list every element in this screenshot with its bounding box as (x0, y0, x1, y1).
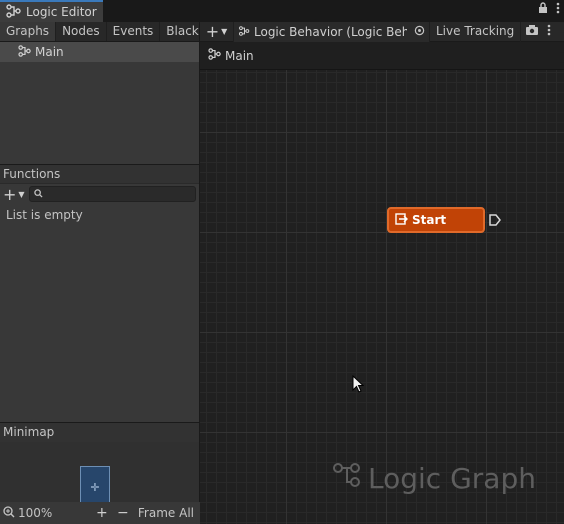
left-panel: Graphs Nodes Events Blackb Main Function… (0, 22, 200, 524)
asset-object-field[interactable]: Logic Behavior (Logic Behav (234, 21, 430, 42)
camera-icon[interactable] (521, 24, 543, 39)
window-title: Logic Editor (26, 5, 97, 19)
tab-blackboard[interactable]: Blackb (160, 22, 199, 41)
chevron-down-icon: ▼ (221, 27, 228, 36)
window-tab[interactable]: Logic Editor (0, 0, 103, 22)
kebab-menu-icon[interactable] (543, 24, 555, 39)
search-icon (33, 187, 43, 201)
live-tracking-button[interactable]: Live Tracking (430, 21, 522, 42)
plus-icon: + (205, 22, 220, 41)
graph-list: Main (0, 42, 199, 164)
frame-all-button[interactable]: Frame All (135, 506, 197, 520)
window-titlebar: Logic Editor (0, 0, 564, 22)
kebab-menu-icon[interactable] (556, 2, 560, 17)
graph-watermark: Logic Graph (332, 462, 536, 495)
graph-icon (208, 48, 222, 63)
add-function-button[interactable]: + ▼ (3, 185, 25, 204)
mouse-cursor-icon (352, 374, 365, 396)
minimap-header: Minimap (0, 422, 199, 442)
tab-events[interactable]: Events (107, 22, 161, 41)
graph-icon (18, 44, 32, 60)
zoom-in-button[interactable]: + (93, 505, 111, 521)
enter-icon (395, 212, 408, 228)
breadcrumb-item-main[interactable]: Main (225, 49, 254, 63)
output-port-icon[interactable] (488, 213, 502, 230)
zoom-icon (3, 505, 15, 521)
tab-nodes[interactable]: Nodes (56, 22, 107, 41)
functions-empty-text: List is empty (6, 208, 83, 222)
functions-panel: + ▼ List is empty (0, 184, 199, 422)
object-picker-icon[interactable] (410, 25, 429, 39)
graph-canvas[interactable]: Start Logic Graph (200, 70, 564, 524)
functions-header: Functions (0, 164, 199, 184)
node-title: Start (412, 213, 447, 227)
crosshair-icon: ✛ (90, 480, 100, 494)
plus-icon: + (3, 184, 17, 204)
asset-field-label: Logic Behavior (Logic Behav (254, 24, 407, 39)
graph-icon (6, 3, 22, 21)
start-node[interactable]: Start (387, 207, 485, 233)
watermark-label: Logic Graph (368, 462, 536, 495)
chevron-down-icon: ▼ (18, 189, 25, 199)
graph-icon (238, 25, 251, 39)
graph-item-main[interactable]: Main (0, 42, 199, 62)
zoom-out-button[interactable]: − (114, 505, 132, 521)
left-tabs: Graphs Nodes Events Blackb (0, 22, 199, 42)
lock-icon[interactable] (538, 2, 548, 17)
tab-graphs[interactable]: Graphs (0, 22, 57, 41)
graph-item-label: Main (35, 45, 64, 59)
add-node-button[interactable]: + ▼ (200, 21, 234, 42)
minimap-toolbar: 100% + − Frame All (0, 502, 200, 524)
zoom-level: 100% (18, 506, 53, 520)
graph-toolbar: + ▼ Logic Behavior (Logic Behav Live Tra… (200, 21, 564, 42)
functions-toolbar: + ▼ (0, 184, 199, 204)
graph-icon (332, 462, 362, 495)
functions-search-input[interactable] (28, 186, 196, 202)
breadcrumb: Main (200, 42, 564, 70)
graph-view-panel: + ▼ Logic Behavior (Logic Behav Live Tra… (200, 21, 564, 524)
